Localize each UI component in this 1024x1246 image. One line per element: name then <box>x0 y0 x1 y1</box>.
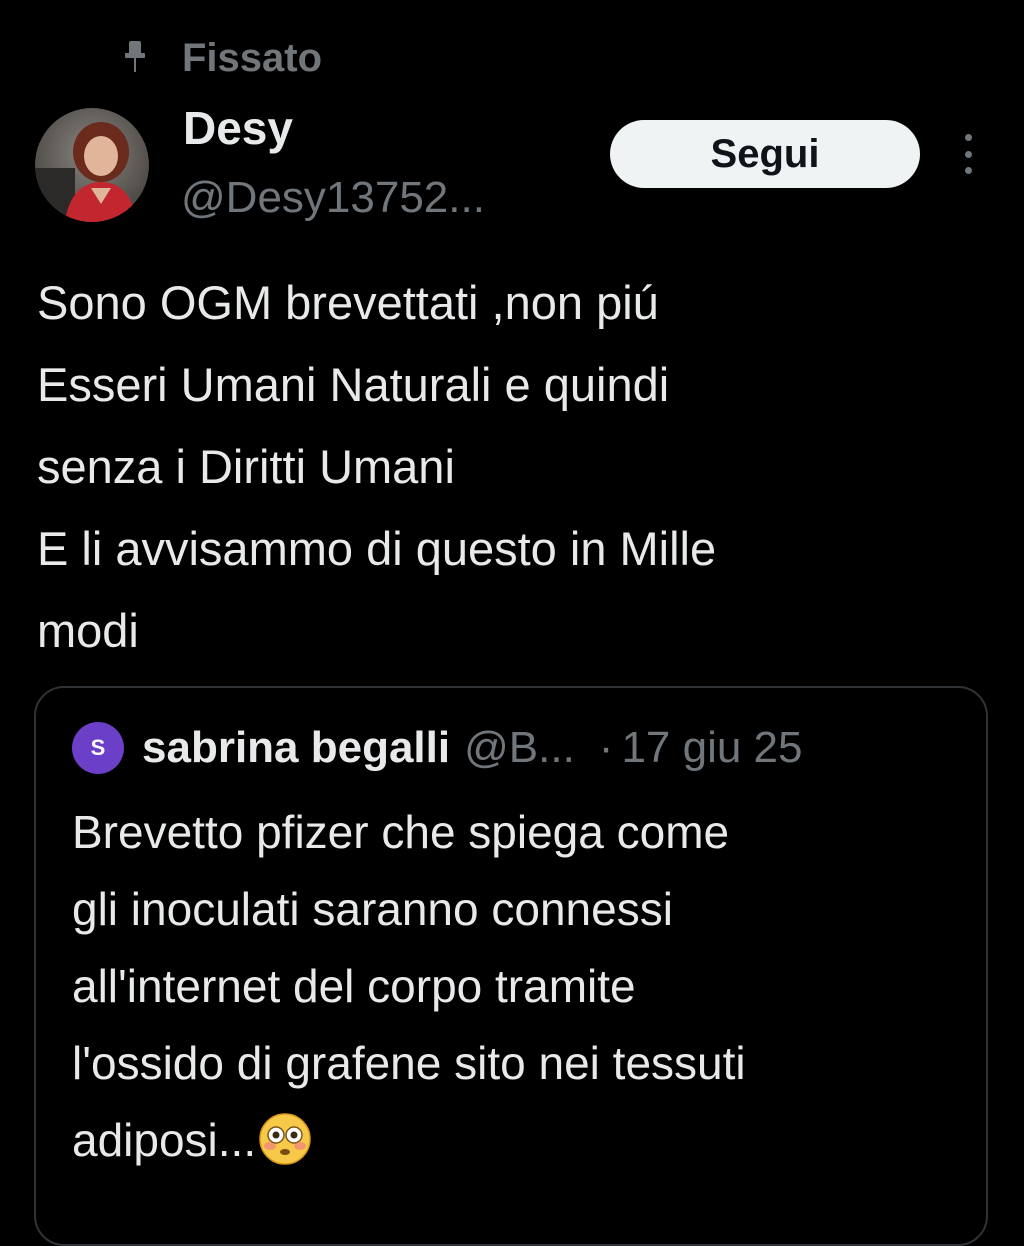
pinned-indicator: Fissato <box>120 30 322 86</box>
separator-dot: · <box>598 723 614 772</box>
tweet-text: Sono OGM brevettati ,non piú Esseri Uman… <box>37 276 717 657</box>
quoted-author-handle[interactable]: @B... <box>464 723 575 773</box>
quoted-tweet-card[interactable]: S sabrina begalli @B... · 17 giu 25 Brev… <box>34 686 988 1246</box>
pinned-label: Fissato <box>182 35 323 80</box>
quoted-tweet-header: S sabrina begalli @B... · 17 giu 25 <box>72 718 803 778</box>
author-display-name[interactable]: Desy <box>183 98 293 158</box>
quoted-tweet-date[interactable]: 17 giu 25 <box>621 723 802 773</box>
quoted-tweet-text: Brevetto pfizer che spiega come gli inoc… <box>72 806 746 1166</box>
quoted-author-avatar[interactable]: S <box>72 722 124 774</box>
more-dot <box>964 150 972 158</box>
flushed-face-emoji-icon <box>258 1112 312 1166</box>
quoted-author-name[interactable]: sabrina begalli <box>142 723 450 773</box>
more-options-icon[interactable] <box>956 134 980 174</box>
quoted-tweet-body: Brevetto pfizer che spiega come gli inoc… <box>72 794 952 1179</box>
more-dot <box>964 167 972 174</box>
more-dot <box>964 134 972 141</box>
pin-icon <box>120 38 150 78</box>
author-handle[interactable]: @Desy13752... <box>181 170 485 226</box>
author-avatar[interactable] <box>35 108 149 222</box>
follow-button[interactable]: Segui <box>610 120 920 188</box>
